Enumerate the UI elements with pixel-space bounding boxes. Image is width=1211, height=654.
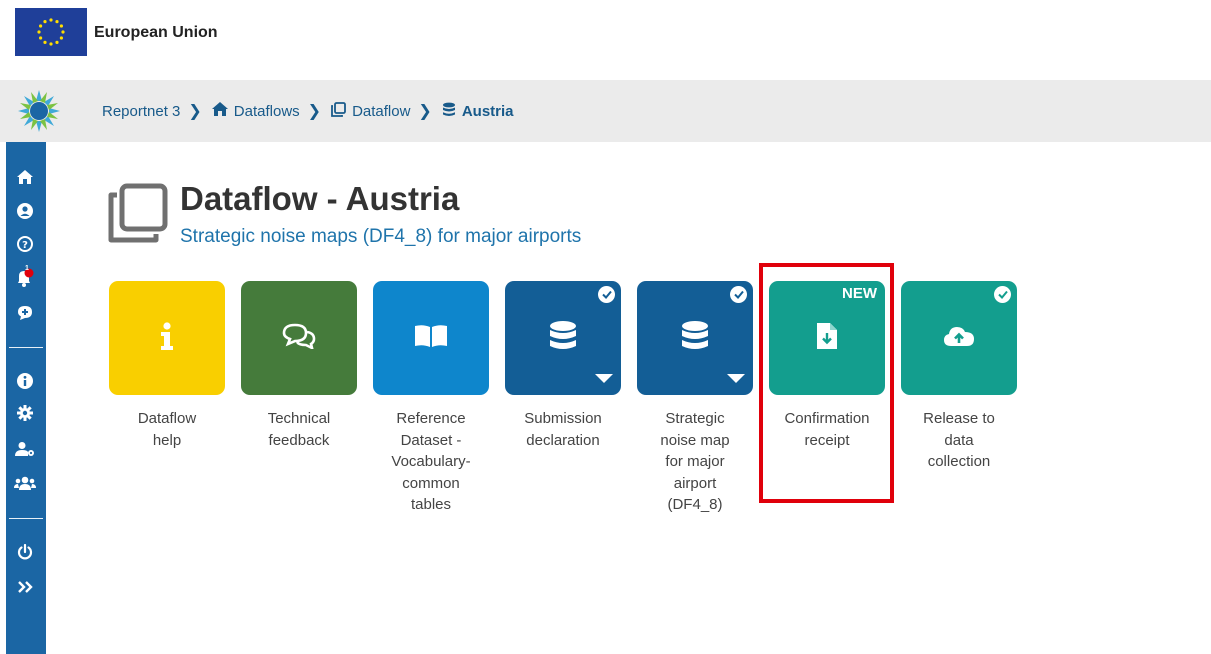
card-label: Strategic noise map for major airport (D… <box>660 410 730 513</box>
help-icon[interactable]: ? <box>14 233 36 255</box>
breadcrumb: Reportnet 3 ❯ Dataflows ❯ Dataflow ❯ Aus… <box>102 101 514 121</box>
reportnet-logo[interactable] <box>16 88 62 134</box>
caret-down-icon[interactable] <box>595 374 613 383</box>
page-title: Dataflow - Austria <box>180 180 460 217</box>
page-subtitle: Strategic noise maps (DF4_8) for major a… <box>180 226 582 247</box>
sidebar: ? 1 <box>6 142 46 654</box>
logout-icon[interactable] <box>14 541 36 563</box>
sidebar-divider <box>9 518 43 519</box>
breadcrumb-label: Austria <box>461 102 514 120</box>
book-icon <box>414 324 448 353</box>
breadcrumb-reportnet[interactable]: Reportnet 3 <box>102 103 180 120</box>
card-label: Release to data collection <box>923 410 995 470</box>
database-icon <box>442 102 456 121</box>
notification-count: 1 <box>25 265 29 272</box>
card-label: Submission declaration <box>524 410 602 449</box>
check-icon <box>994 286 1011 303</box>
card-label: Dataflow help <box>137 410 197 449</box>
comments-icon <box>282 323 316 354</box>
clone-icon <box>331 101 346 121</box>
breadcrumb-label: Reportnet 3 <box>102 102 181 120</box>
notifications-icon[interactable]: 1 <box>14 265 36 289</box>
breadcrumb-dataflow[interactable]: Dataflow <box>331 101 411 121</box>
caret-down-icon[interactable] <box>727 374 745 383</box>
chevron-right-icon: ❯ <box>307 103 322 120</box>
clone-icon <box>108 183 168 243</box>
home-icon <box>211 102 228 120</box>
card-dataflow-help[interactable] <box>109 281 225 395</box>
settings-icon[interactable] <box>14 402 36 424</box>
cloud-upload-icon <box>943 325 975 352</box>
highlight-box <box>759 263 894 503</box>
users-icon[interactable] <box>14 472 36 494</box>
home-icon[interactable] <box>14 166 36 188</box>
feedback-icon[interactable] <box>14 302 36 324</box>
chevron-right-icon: ❯ <box>188 103 202 120</box>
svg-text:?: ? <box>22 240 28 251</box>
breadcrumb-label: Dataflow <box>352 102 411 120</box>
info-icon[interactable] <box>14 370 36 392</box>
card-release-to-data-collection[interactable] <box>901 281 1017 395</box>
database-icon <box>681 320 709 357</box>
card-technical-feedback[interactable] <box>241 281 357 395</box>
card-label: Reference Dataset - Vocabulary- common t… <box>391 410 471 513</box>
info-icon <box>160 321 174 355</box>
breadcrumb-dataflows[interactable]: Dataflows <box>211 102 300 120</box>
card-label: Technical feedback <box>267 410 331 449</box>
eu-label: European Union <box>94 24 218 41</box>
breadcrumb-label: Dataflows <box>233 102 300 120</box>
card-strategic-noise-map[interactable] <box>637 281 753 395</box>
user-icon[interactable] <box>14 200 36 222</box>
check-icon <box>598 286 615 303</box>
chevron-right-icon: ❯ <box>418 103 432 120</box>
check-icon <box>730 286 747 303</box>
user-settings-icon[interactable] <box>14 438 36 460</box>
eu-header: European Union <box>0 0 1211 72</box>
card-submission-declaration[interactable] <box>505 281 621 395</box>
eu-flag-logo <box>15 8 87 56</box>
expand-icon[interactable] <box>14 576 36 598</box>
sidebar-divider <box>9 347 43 348</box>
database-icon <box>549 320 577 357</box>
breadcrumb-austria: Austria <box>442 102 514 121</box>
card-reference-dataset[interactable] <box>373 281 489 395</box>
